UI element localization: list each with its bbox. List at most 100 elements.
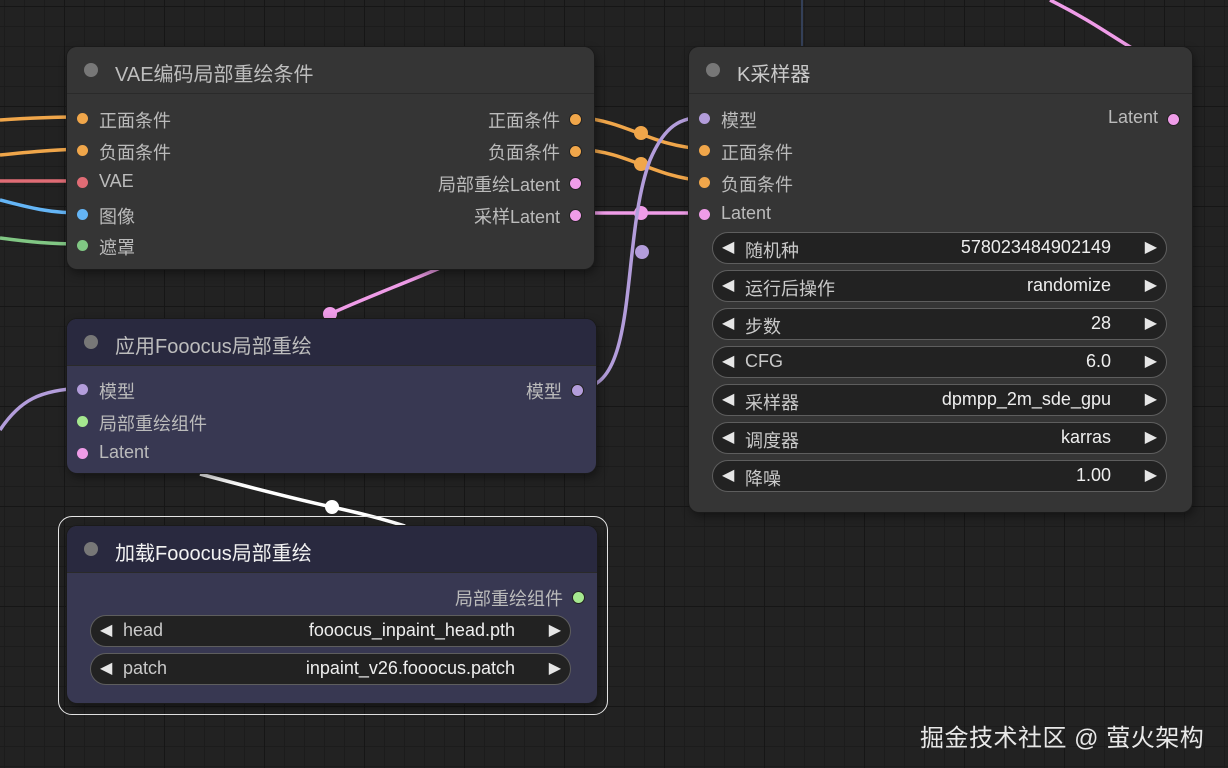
socket-dot-icon[interactable]: [77, 177, 88, 188]
output-label: 采样Latent: [473, 207, 560, 227]
decrement-arrow-icon[interactable]: ◀: [722, 351, 734, 371]
input-label: 正面条件: [721, 143, 793, 163]
widget-value[interactable]: 6.0: [1086, 351, 1111, 372]
widget-label: 降噪: [745, 469, 781, 489]
socket-dot-icon[interactable]: [699, 209, 710, 220]
input-label: 局部重绘组件: [99, 414, 207, 434]
node-title: K采样器: [737, 64, 811, 86]
widget-value[interactable]: randomize: [1027, 275, 1111, 296]
collapse-dot-icon[interactable]: [84, 335, 98, 349]
socket-dot-icon[interactable]: [569, 145, 582, 158]
increment-arrow-icon[interactable]: ▶: [1145, 427, 1157, 447]
widget-cfg[interactable]: ◀ CFG 6.0 ▶: [712, 346, 1167, 378]
increment-arrow-icon[interactable]: ▶: [1145, 465, 1157, 485]
input-label: 图像: [99, 207, 135, 227]
widget-denoise[interactable]: ◀ 降噪 1.00 ▶: [712, 460, 1167, 492]
node-title-bar[interactable]: 应用Fooocus局部重绘: [67, 319, 596, 366]
output-inpaint-patch[interactable]: 局部重绘组件: [335, 585, 585, 609]
decrement-arrow-icon[interactable]: ◀: [722, 313, 734, 333]
collapse-dot-icon[interactable]: [84, 542, 98, 556]
increment-arrow-icon[interactable]: ▶: [1145, 389, 1157, 409]
input-label: 模型: [721, 111, 757, 131]
link-latent-down: [329, 266, 441, 316]
widget-value[interactable]: 578023484902149: [961, 237, 1111, 258]
node-title: 应用Fooocus局部重绘: [115, 336, 312, 358]
widget-value[interactable]: karras: [1061, 427, 1111, 448]
widget-value[interactable]: dpmpp_2m_sde_gpu: [942, 389, 1111, 410]
node-apply-fooocus-inpaint[interactable]: 应用Fooocus局部重绘 模型 局部重绘组件 Latent 模型: [67, 319, 596, 473]
widget-seed[interactable]: ◀ 随机种 578023484902149 ▶: [712, 232, 1167, 264]
node-title-bar[interactable]: VAE编码局部重绘条件: [67, 47, 594, 94]
node-title: 加载Fooocus局部重绘: [115, 543, 312, 565]
widget-label: patch: [123, 658, 168, 678]
widget-head[interactable]: ◀ head fooocus_inpaint_head.pth ▶: [90, 615, 571, 647]
watermark: 掘金技术社区 @ 萤火架构: [920, 725, 1205, 752]
output-model[interactable]: 模型: [384, 378, 584, 402]
increment-arrow-icon[interactable]: ▶: [1145, 313, 1157, 333]
widget-label: 步数: [745, 317, 781, 337]
decrement-arrow-icon[interactable]: ◀: [722, 465, 734, 485]
input-label: 遮罩: [99, 238, 135, 258]
socket-dot-icon[interactable]: [569, 113, 582, 126]
widget-patch[interactable]: ◀ patch inpaint_v26.fooocus.patch ▶: [90, 653, 571, 685]
widget-value[interactable]: 28: [1091, 313, 1111, 334]
output-label: 局部重绘Latent: [437, 175, 560, 195]
socket-dot-icon[interactable]: [77, 384, 88, 395]
node-title-bar[interactable]: 加载Fooocus局部重绘: [67, 526, 597, 573]
node-ksampler[interactable]: K采样器 模型 正面条件 负面条件 Latent Latent ◀ 随机种 57…: [689, 47, 1192, 512]
decrement-arrow-icon[interactable]: ◀: [100, 620, 112, 640]
output-label: 正面条件: [488, 111, 560, 131]
link-top-right: [1049, 0, 1136, 52]
increment-arrow-icon[interactable]: ▶: [549, 620, 561, 640]
widget-scheduler[interactable]: ◀ 调度器 karras ▶: [712, 422, 1167, 454]
widget-value[interactable]: 1.00: [1076, 465, 1111, 486]
decrement-arrow-icon[interactable]: ◀: [722, 389, 734, 409]
output-latent[interactable]: Latent: [1030, 107, 1180, 129]
socket-dot-icon[interactable]: [569, 209, 582, 222]
increment-arrow-icon[interactable]: ▶: [1145, 237, 1157, 257]
decrement-arrow-icon[interactable]: ◀: [722, 275, 734, 295]
decrement-arrow-icon[interactable]: ◀: [722, 427, 734, 447]
increment-arrow-icon[interactable]: ▶: [1145, 275, 1157, 295]
socket-dot-icon[interactable]: [77, 145, 88, 156]
increment-arrow-icon[interactable]: ▶: [549, 658, 561, 678]
socket-dot-icon[interactable]: [571, 384, 584, 397]
socket-dot-icon[interactable]: [699, 113, 710, 124]
socket-dot-icon[interactable]: [77, 209, 88, 220]
socket-dot-icon[interactable]: [77, 448, 88, 459]
output-positive[interactable]: 正面条件: [282, 107, 582, 131]
socket-dot-icon[interactable]: [77, 113, 88, 124]
widget-label: 调度器: [745, 431, 799, 451]
widget-value[interactable]: fooocus_inpaint_head.pth: [309, 620, 515, 641]
input-label: 模型: [99, 382, 135, 402]
widget-control-after-generate[interactable]: ◀ 运行后操作 randomize ▶: [712, 270, 1167, 302]
input-label: 负面条件: [721, 175, 793, 195]
input-label: 负面条件: [99, 143, 171, 163]
output-label: 模型: [526, 382, 562, 402]
widget-sampler[interactable]: ◀ 采样器 dpmpp_2m_sde_gpu ▶: [712, 384, 1167, 416]
reroute-dot: [325, 500, 339, 514]
collapse-dot-icon[interactable]: [84, 63, 98, 77]
output-negative[interactable]: 负面条件: [282, 139, 582, 163]
collapse-dot-icon[interactable]: [706, 63, 720, 77]
widget-label: 采样器: [745, 393, 799, 413]
node-title: VAE编码局部重绘条件: [115, 64, 314, 86]
decrement-arrow-icon[interactable]: ◀: [722, 237, 734, 257]
socket-dot-icon[interactable]: [1167, 113, 1180, 126]
socket-dot-icon[interactable]: [699, 145, 710, 156]
output-label: 负面条件: [488, 143, 560, 163]
socket-dot-icon[interactable]: [569, 177, 582, 190]
socket-dot-icon[interactable]: [77, 240, 88, 251]
widget-value[interactable]: inpaint_v26.fooocus.patch: [306, 658, 515, 679]
node-vae-encode-inpaint[interactable]: VAE编码局部重绘条件 正面条件 负面条件 VAE 图像 遮罩 正面条件 负面条…: [67, 47, 594, 269]
socket-dot-icon[interactable]: [572, 591, 585, 604]
output-sample-latent[interactable]: 采样Latent: [282, 203, 582, 227]
output-inpaint-latent[interactable]: 局部重绘Latent: [282, 171, 582, 195]
socket-dot-icon[interactable]: [77, 416, 88, 427]
widget-steps[interactable]: ◀ 步数 28 ▶: [712, 308, 1167, 340]
decrement-arrow-icon[interactable]: ◀: [100, 658, 112, 678]
socket-dot-icon[interactable]: [699, 177, 710, 188]
increment-arrow-icon[interactable]: ▶: [1145, 351, 1157, 371]
node-load-fooocus-inpaint[interactable]: 加载Fooocus局部重绘 局部重绘组件 ◀ head fooocus_inpa…: [67, 526, 597, 703]
node-title-bar[interactable]: K采样器: [689, 47, 1192, 94]
